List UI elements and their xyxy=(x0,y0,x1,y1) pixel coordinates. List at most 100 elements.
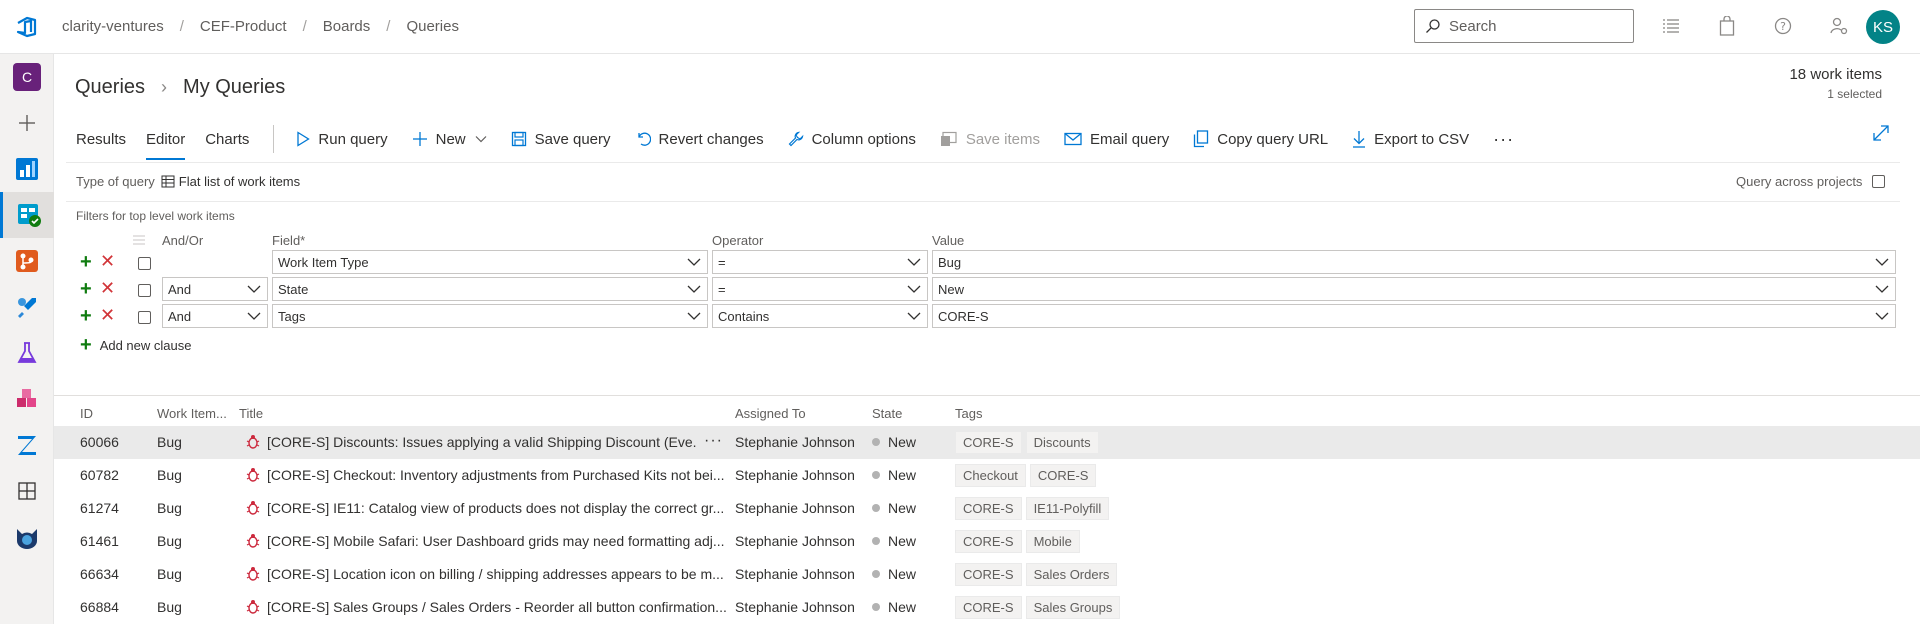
azure-devops-logo-icon[interactable] xyxy=(0,0,54,54)
tab-results[interactable]: Results xyxy=(66,118,136,160)
add-new-clause-button[interactable]: + Add new clause xyxy=(80,335,191,355)
row-title[interactable]: [CORE-S] Discounts: Issues applying a va… xyxy=(267,434,697,450)
clause-select-checkbox[interactable] xyxy=(138,257,151,270)
org-switcher[interactable]: C xyxy=(0,54,54,100)
overview-icon[interactable] xyxy=(0,146,54,192)
title-root-link[interactable]: Queries xyxy=(75,76,145,99)
add-icon[interactable] xyxy=(0,100,54,146)
insert-clause-icon[interactable]: + xyxy=(80,306,92,326)
row-state: New xyxy=(872,434,916,450)
group-clauses-icon[interactable] xyxy=(132,233,146,249)
extension-cat-icon[interactable] xyxy=(0,514,54,560)
tab-editor[interactable]: Editor xyxy=(136,118,195,160)
column-header-work-item-type[interactable]: Work Item... xyxy=(157,406,227,421)
value-select[interactable]: New xyxy=(932,277,1896,301)
operator-select[interactable]: = xyxy=(712,250,928,274)
table-row[interactable]: 61461 Bug [CORE-S] Mobile Safari: User D… xyxy=(54,525,1920,558)
title-current[interactable]: My Queries xyxy=(183,76,285,99)
marketplace-bag-icon[interactable] xyxy=(1716,12,1738,40)
operator-select[interactable]: Contains xyxy=(712,304,928,328)
field-select[interactable]: Tags xyxy=(272,304,708,328)
breadcrumb-org[interactable]: clarity-ventures xyxy=(54,18,172,35)
save-query-button[interactable]: Save query xyxy=(501,118,625,160)
bug-icon xyxy=(246,501,260,515)
operator-select[interactable]: = xyxy=(712,277,928,301)
avatar[interactable]: KS xyxy=(1866,10,1900,44)
export-to-csv-button[interactable]: Export to CSV xyxy=(1342,118,1483,160)
tag[interactable]: CORE-S xyxy=(1029,464,1097,487)
clause-select-checkbox[interactable] xyxy=(138,284,151,297)
test-plans-icon[interactable] xyxy=(0,330,54,376)
row-id: 60782 xyxy=(80,467,119,483)
play-icon xyxy=(297,131,311,147)
column-header-title[interactable]: Title xyxy=(239,406,263,421)
undo-icon xyxy=(637,132,651,146)
query-across-projects-checkbox[interactable] xyxy=(1872,175,1886,188)
table-row[interactable]: 61274 Bug [CORE-S] IE11: Catalog view of… xyxy=(54,492,1920,525)
breadcrumb-project[interactable]: CEF-Product xyxy=(192,18,295,35)
value-select[interactable]: CORE-S xyxy=(932,304,1896,328)
row-title[interactable]: [CORE-S] Checkout: Inventory adjustments… xyxy=(267,467,737,483)
boards-icon[interactable] xyxy=(0,192,54,238)
new-dropdown-button[interactable]: New xyxy=(402,118,501,160)
artifacts-icon[interactable] xyxy=(0,376,54,422)
tag[interactable]: Discounts xyxy=(1025,431,1099,454)
query-toolbar: Results Editor Charts Run query New Save… xyxy=(66,118,1524,160)
row-title[interactable]: [CORE-S] Sales Groups / Sales Orders - R… xyxy=(267,599,737,615)
insert-clause-icon[interactable]: + xyxy=(80,279,92,299)
tag[interactable]: Sales Groups xyxy=(1025,596,1121,619)
grid-apps-icon[interactable] xyxy=(0,468,54,514)
delete-clause-icon[interactable]: ✕ xyxy=(100,306,115,324)
more-actions-icon[interactable]: ··· xyxy=(1483,129,1524,150)
value-select[interactable]: Bug xyxy=(932,250,1896,274)
tag[interactable]: CORE-S xyxy=(955,431,1022,454)
row-tags: CORE-S Sales Orders xyxy=(955,563,1118,586)
table-row[interactable]: 60782 Bug [CORE-S] Checkout: Inventory a… xyxy=(54,459,1920,492)
tag[interactable]: CORE-S xyxy=(955,596,1022,619)
fullscreen-expand-icon[interactable] xyxy=(1872,124,1890,145)
delete-clause-icon[interactable]: ✕ xyxy=(100,279,115,297)
and-or-select[interactable]: And xyxy=(162,304,268,328)
delete-clause-icon[interactable]: ✕ xyxy=(100,252,115,270)
table-row[interactable]: 66884 Bug [CORE-S] Sales Groups / Sales … xyxy=(54,591,1920,624)
tag[interactable]: Checkout xyxy=(955,464,1026,487)
run-query-button[interactable]: Run query xyxy=(286,118,401,160)
tag[interactable]: CORE-S xyxy=(955,530,1022,553)
clause-select-checkbox[interactable] xyxy=(138,311,151,324)
table-row[interactable]: 60066 Bug [CORE-S] Discounts: Issues app… xyxy=(54,426,1920,459)
revert-changes-button[interactable]: Revert changes xyxy=(625,118,778,160)
breadcrumb-queries[interactable]: Queries xyxy=(398,18,467,35)
search-input[interactable]: Search xyxy=(1414,9,1634,43)
tag[interactable]: CORE-S xyxy=(955,563,1022,586)
column-header-tags[interactable]: Tags xyxy=(955,406,982,421)
row-more-actions-icon[interactable]: ··· xyxy=(704,432,723,450)
tag[interactable]: CORE-S xyxy=(955,497,1022,520)
save-items-button[interactable]: Save items xyxy=(930,118,1054,160)
field-select[interactable]: Work Item Type xyxy=(272,250,708,274)
insert-clause-icon[interactable]: + xyxy=(80,252,92,272)
tag[interactable]: Mobile xyxy=(1025,530,1080,553)
breadcrumb-boards[interactable]: Boards xyxy=(315,18,379,35)
extension-z-icon[interactable] xyxy=(0,422,54,468)
row-title[interactable]: [CORE-S] IE11: Catalog view of products … xyxy=(267,500,737,516)
column-header-id[interactable]: ID xyxy=(80,406,93,421)
task-list-icon[interactable] xyxy=(1660,12,1682,40)
table-row[interactable]: 66634 Bug [CORE-S] Location icon on bill… xyxy=(54,558,1920,591)
column-header-state[interactable]: State xyxy=(872,406,902,421)
row-title[interactable]: [CORE-S] Mobile Safari: User Dashboard g… xyxy=(267,533,737,549)
tag[interactable]: Sales Orders xyxy=(1025,563,1118,586)
user-settings-icon[interactable] xyxy=(1828,12,1850,40)
field-select[interactable]: State xyxy=(272,277,708,301)
tag[interactable]: IE11-Polyfill xyxy=(1025,497,1110,520)
row-title[interactable]: [CORE-S] Location icon on billing / ship… xyxy=(267,566,737,582)
tab-charts[interactable]: Charts xyxy=(195,118,259,160)
help-icon[interactable]: ? xyxy=(1772,12,1794,40)
save-items-icon xyxy=(940,131,957,146)
copy-query-url-button[interactable]: Copy query URL xyxy=(1183,118,1342,160)
row-assigned-to: Stephanie Johnson xyxy=(735,566,855,582)
query-type-selector[interactable]: Flat list of work items xyxy=(161,174,300,189)
email-query-button[interactable]: Email query xyxy=(1054,118,1183,160)
column-header-assigned-to[interactable]: Assigned To xyxy=(735,406,806,421)
column-options-button[interactable]: Column options xyxy=(778,118,930,160)
and-or-select[interactable]: And xyxy=(162,277,268,301)
